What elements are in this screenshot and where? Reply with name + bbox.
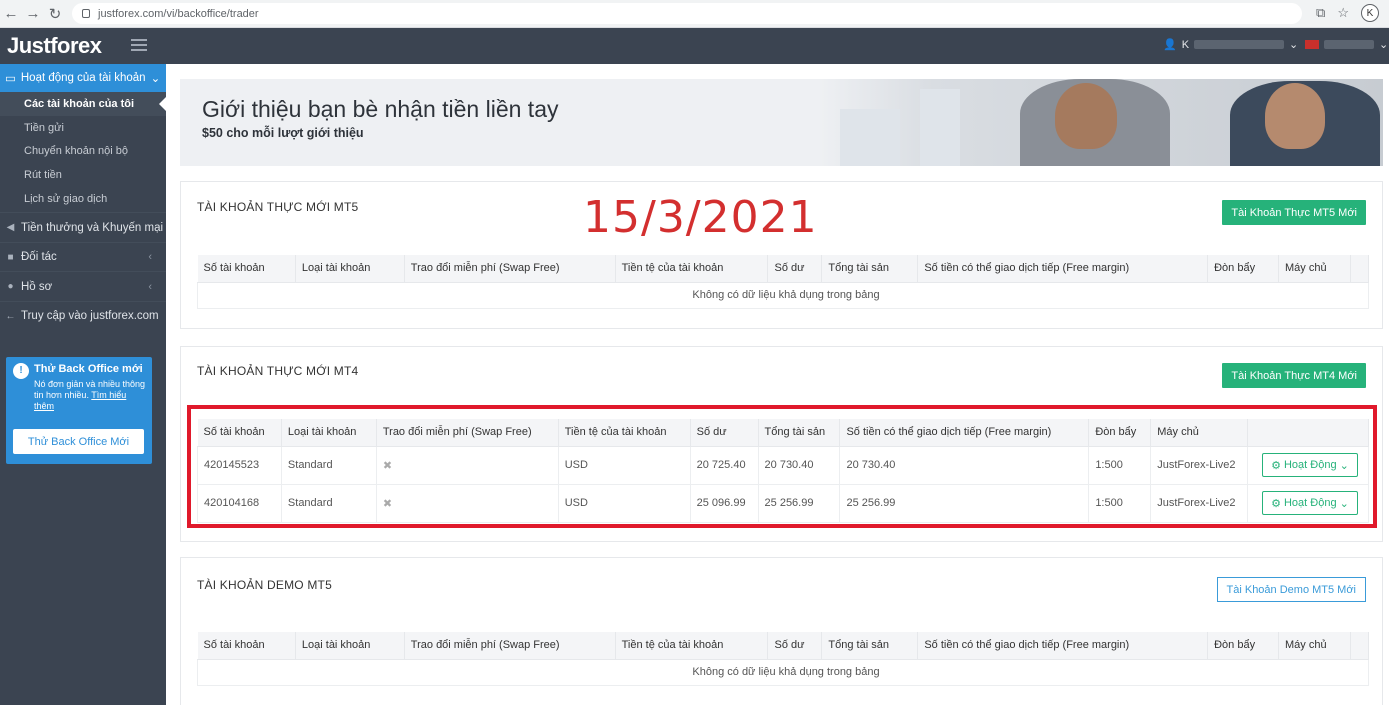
user-name-redacted bbox=[1194, 40, 1285, 49]
col-server[interactable]: Máy chủ bbox=[1278, 255, 1351, 283]
sidebar-item-label: Hồ sơ bbox=[21, 280, 53, 293]
main-content: Giới thiệu bạn bè nhận tiền liền tay $50… bbox=[166, 64, 1389, 705]
col-account-type[interactable]: Loại tài khoản bbox=[295, 255, 405, 283]
hamburger-menu-icon[interactable] bbox=[131, 39, 147, 51]
sidebar-item-bonus[interactable]: ◀ Tiền thưởng và Khuyến mại bbox=[0, 212, 166, 242]
sidebar: ▭ Hoạt động của tài khoản ⌄ Các tài khoả… bbox=[0, 64, 166, 705]
col-action bbox=[1350, 255, 1370, 283]
justforex-logo[interactable]: Justforex bbox=[7, 33, 102, 59]
new-backoffice-promo: ! Thử Back Office mới Nó đơn giản và nhi… bbox=[6, 357, 152, 464]
sidebar-item-label: Truy cập vào justforex.com bbox=[21, 310, 159, 323]
language-redacted bbox=[1324, 40, 1374, 49]
sidebar-item-profile[interactable]: ● Hồ sơ ‹ bbox=[0, 271, 166, 301]
new-mt5-real-account-button[interactable]: Tài Khoản Thực MT5 Mới bbox=[1222, 200, 1366, 225]
user-icon: ● bbox=[7, 281, 14, 293]
chevron-down-icon: ⌄ bbox=[150, 73, 161, 85]
empty-table-message: Không có dữ liệu khả dụng trong bảng bbox=[197, 659, 1369, 686]
referral-banner[interactable]: Giới thiệu bạn bè nhận tiền liền tay $50… bbox=[180, 79, 1383, 166]
sidebar-item-deposit[interactable]: Tiền gửi bbox=[0, 116, 166, 140]
col-balance[interactable]: Số dư bbox=[767, 255, 823, 283]
highlight-annotation-box bbox=[187, 405, 1377, 528]
promo-title: Thử Back Office mới bbox=[34, 363, 143, 375]
banner-title: Giới thiệu bạn bè nhận tiền liền tay bbox=[202, 96, 559, 122]
col-swap-free[interactable]: Trao đổi miễn phí (Swap Free) bbox=[404, 632, 616, 660]
chevron-left-icon: ‹ bbox=[148, 280, 152, 293]
col-account-type[interactable]: Loại tài khoản bbox=[295, 632, 405, 660]
mt5-real-table: Số tài khoản Loại tài khoản Trao đổi miễ… bbox=[197, 255, 1370, 309]
col-free-margin[interactable]: Số tiền có thể giao dịch tiếp (Free marg… bbox=[917, 255, 1209, 283]
col-currency[interactable]: Tiền tệ của tài khoản bbox=[615, 632, 769, 660]
info-badge-icon: ! bbox=[13, 363, 29, 379]
sidebar-item-my-accounts[interactable]: Các tài khoản của tôi bbox=[0, 92, 166, 116]
flag-icon bbox=[1305, 40, 1319, 49]
sidebar-item-withdraw[interactable]: Rút tiền bbox=[0, 163, 166, 187]
col-account-no[interactable]: Số tài khoản bbox=[197, 255, 296, 283]
empty-table-message: Không có dữ liệu khả dụng trong bảng bbox=[197, 282, 1369, 309]
forward-arrow-icon[interactable]: → bbox=[22, 5, 44, 22]
arrow-left-icon: ← bbox=[5, 310, 16, 322]
panel-title: TÀI KHOẢN THỰC MỚI MT5 bbox=[197, 200, 359, 214]
col-leverage[interactable]: Đòn bẩy bbox=[1207, 632, 1280, 660]
panel-title: TÀI KHOẢN THỰC MỚI MT4 bbox=[197, 364, 359, 378]
user-initial: K bbox=[1181, 38, 1190, 51]
user-icon: 👤 bbox=[1163, 39, 1177, 51]
sidebar-item-partner[interactable]: ■ Đối tác ‹ bbox=[0, 241, 166, 272]
lock-icon bbox=[82, 9, 90, 18]
col-balance[interactable]: Số dư bbox=[767, 632, 823, 660]
translate-icon[interactable]: ⧉ bbox=[1316, 5, 1325, 21]
banner-subtitle: $50 cho mỗi lượt giới thiệu bbox=[202, 126, 364, 140]
col-swap-free[interactable]: Trao đổi miễn phí (Swap Free) bbox=[404, 255, 616, 283]
sidebar-item-label: Đối tác bbox=[21, 251, 57, 264]
sidebar-section-account-activity[interactable]: ▭ Hoạt động của tài khoản ⌄ bbox=[0, 64, 166, 92]
panel-mt5-demo: TÀI KHOẢN DEMO MT5 Tài Khoản Demo MT5 Mớ… bbox=[180, 557, 1383, 705]
url-text: justforex.com/vi/backoffice/trader bbox=[98, 7, 259, 20]
sidebar-item-transaction-history[interactable]: Lịch sử giao dịch bbox=[0, 187, 166, 211]
top-navbar: Justforex 👤 K ⌄ ⌄ bbox=[0, 28, 1389, 64]
partner-icon: ■ bbox=[7, 251, 14, 263]
new-mt5-demo-account-button[interactable]: Tài Khoản Demo MT5 Mới bbox=[1216, 577, 1366, 602]
browser-toolbar: ← → ↻ justforex.com/vi/backoffice/trader… bbox=[0, 0, 1389, 28]
col-leverage[interactable]: Đòn bẩy bbox=[1207, 255, 1280, 283]
try-new-backoffice-button[interactable]: Thử Back Office Mới bbox=[13, 429, 144, 454]
handwritten-date-annotation: 15/3/2021 bbox=[583, 192, 818, 243]
sidebar-section-label: Hoạt động của tài khoản bbox=[20, 72, 146, 84]
star-icon[interactable]: ☆ bbox=[1337, 5, 1349, 21]
new-mt4-real-account-button[interactable]: Tài Khoản Thực MT4 Mới bbox=[1222, 363, 1366, 388]
profile-avatar[interactable]: K bbox=[1361, 4, 1379, 22]
megaphone-icon: ◀ bbox=[6, 222, 15, 234]
sidebar-item-label: Tiền thưởng và Khuyến mại bbox=[21, 221, 164, 234]
col-server[interactable]: Máy chủ bbox=[1278, 632, 1351, 660]
promo-text: Nó đơn giản và nhiều thông tin hơn nhiều… bbox=[34, 379, 145, 411]
banner-photo bbox=[820, 79, 1383, 166]
folder-icon: ▭ bbox=[5, 73, 16, 85]
sidebar-item-internal-transfer[interactable]: Chuyển khoản nội bộ bbox=[0, 139, 166, 163]
col-action bbox=[1350, 632, 1370, 660]
language-menu[interactable]: ⌄ bbox=[1305, 38, 1388, 51]
col-free-margin[interactable]: Số tiền có thể giao dịch tiếp (Free marg… bbox=[917, 632, 1209, 660]
user-menu[interactable]: 👤 K ⌄ bbox=[1163, 38, 1299, 52]
address-bar[interactable]: justforex.com/vi/backoffice/trader bbox=[72, 3, 1302, 24]
col-equity[interactable]: Tổng tài sản bbox=[821, 255, 919, 283]
chevron-left-icon: ‹ bbox=[148, 251, 152, 264]
mt5-demo-table: Số tài khoản Loại tài khoản Trao đổi miễ… bbox=[197, 632, 1370, 686]
chevron-down-icon: ⌄ bbox=[1289, 39, 1299, 51]
panel-title: TÀI KHOẢN DEMO MT5 bbox=[197, 578, 332, 592]
reload-icon[interactable]: ↻ bbox=[44, 5, 66, 23]
col-equity[interactable]: Tổng tài sản bbox=[821, 632, 919, 660]
chevron-down-icon: ⌄ bbox=[1379, 39, 1389, 51]
back-arrow-icon[interactable]: ← bbox=[0, 5, 22, 22]
sidebar-item-visit-site[interactable]: ← Truy cập vào justforex.com bbox=[0, 300, 166, 331]
col-account-no[interactable]: Số tài khoản bbox=[197, 632, 296, 660]
col-currency[interactable]: Tiền tệ của tài khoản bbox=[615, 255, 769, 283]
